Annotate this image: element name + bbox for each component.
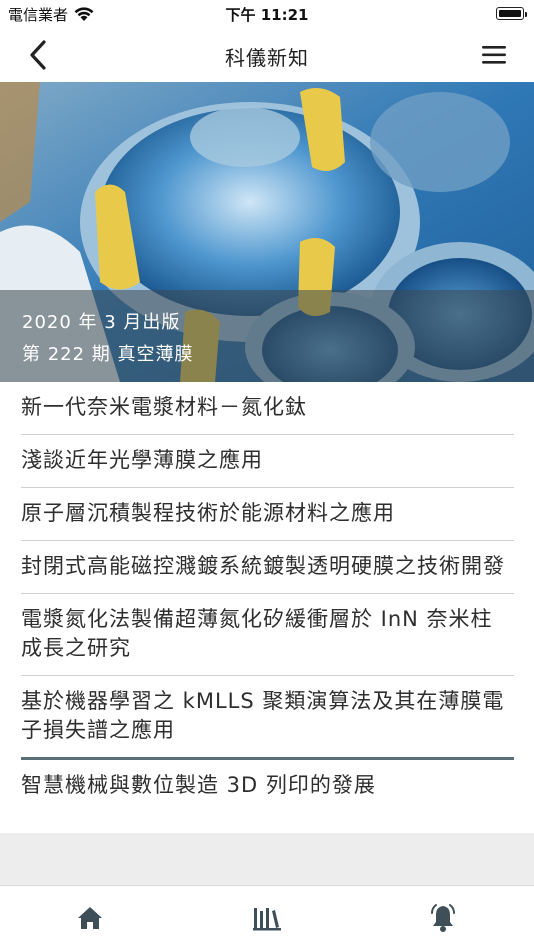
status-bar: 電信業者 下午 11:21 [0,0,534,28]
tab-library[interactable] [251,902,283,934]
hamburger-menu-icon [482,46,506,64]
notification-bell-icon [431,904,455,932]
issue-date: 2020 年 3 月出版 [22,312,181,333]
tab-notifications[interactable] [427,902,459,934]
article-item[interactable]: 封閉式高能磁控濺鍍系統鍍製透明硬膜之技術開發 [21,541,514,594]
library-icon [253,908,281,931]
home-icon [78,907,102,929]
issue-title: 第 222 期 真空薄膜 [22,344,194,365]
list-footer-background [0,833,534,885]
article-item[interactable]: 電漿氮化法製備超薄氮化矽緩衝層於 InN 奈米柱成長之研究 [21,594,514,676]
page-title: 科儀新知 [225,46,309,70]
navigation-bar: 科儀新知 [0,28,534,82]
tab-bar [0,885,534,950]
article-list: 新一代奈米電漿材料－氮化鈦 淺談近年光學薄膜之應用 原子層沉積製程技術於能源材料… [0,382,534,812]
article-item[interactable]: 淺談近年光學薄膜之應用 [21,435,514,488]
article-item[interactable]: 智慧機械與數位製造 3D 列印的發展 [21,760,514,812]
battery-icon [496,7,527,20]
article-item[interactable]: 基於機器學習之 kMLLS 聚類演算法及其在薄膜電子損失譜之應用 [21,676,514,760]
status-time: 下午 11:21 [225,6,309,24]
cover-caption: 2020 年 3 月出版 第 222 期 真空薄膜 [0,290,534,382]
article-item[interactable]: 原子層沉積製程技術於能源材料之應用 [21,488,514,541]
issue-cover-banner[interactable]: 2020 年 3 月出版 第 222 期 真空薄膜 [0,82,534,382]
tab-home[interactable] [74,902,106,934]
article-item[interactable]: 新一代奈米電漿材料－氮化鈦 [21,382,514,435]
menu-button[interactable] [480,42,510,68]
